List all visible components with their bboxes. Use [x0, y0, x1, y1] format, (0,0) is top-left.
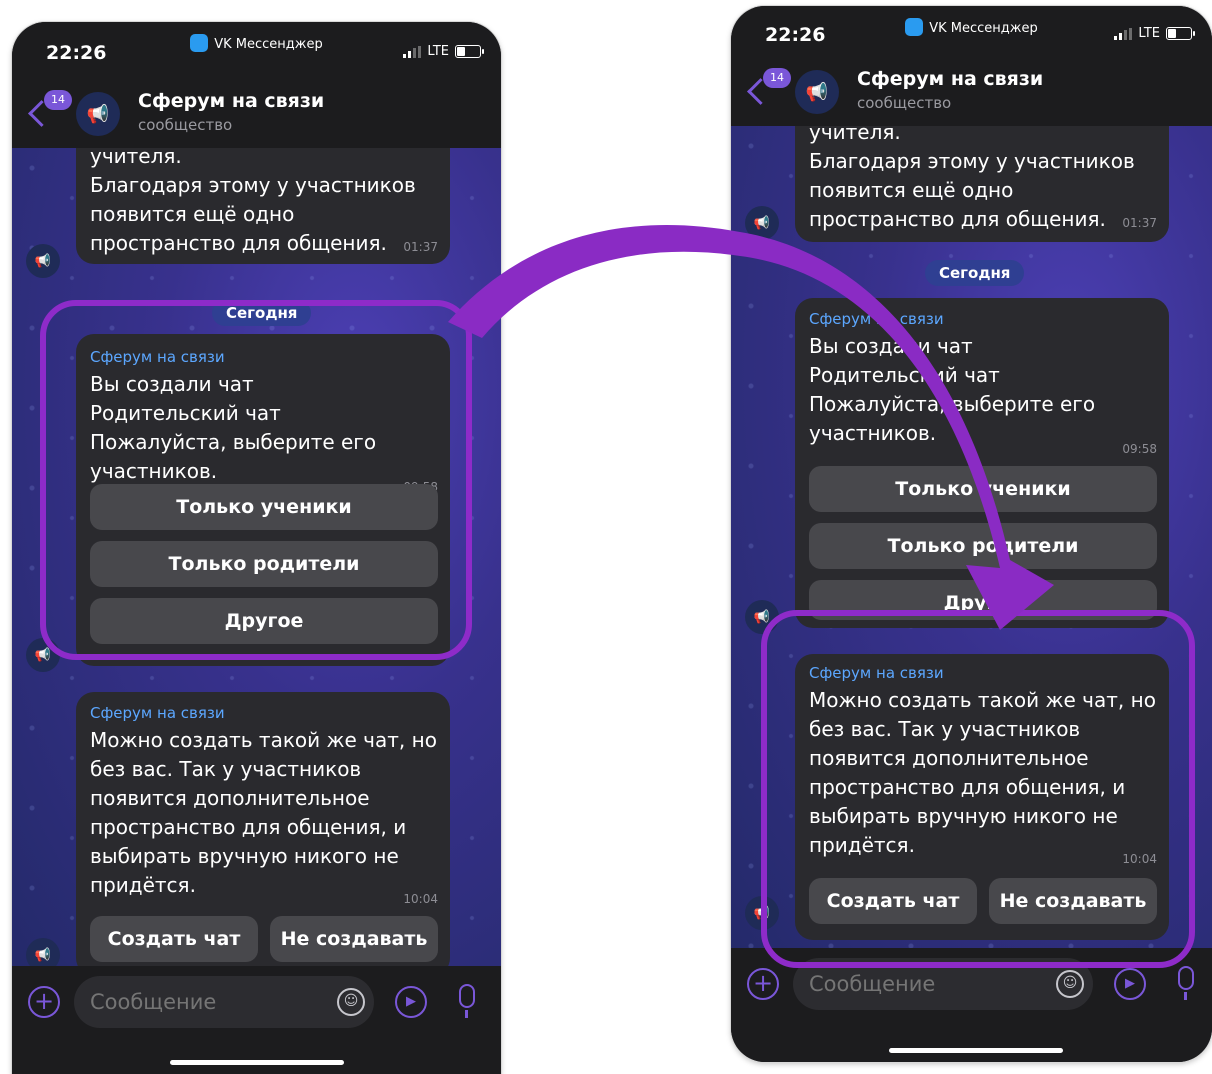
- curved-arrow: [448, 225, 1054, 630]
- arrow-shape: [448, 225, 1054, 630]
